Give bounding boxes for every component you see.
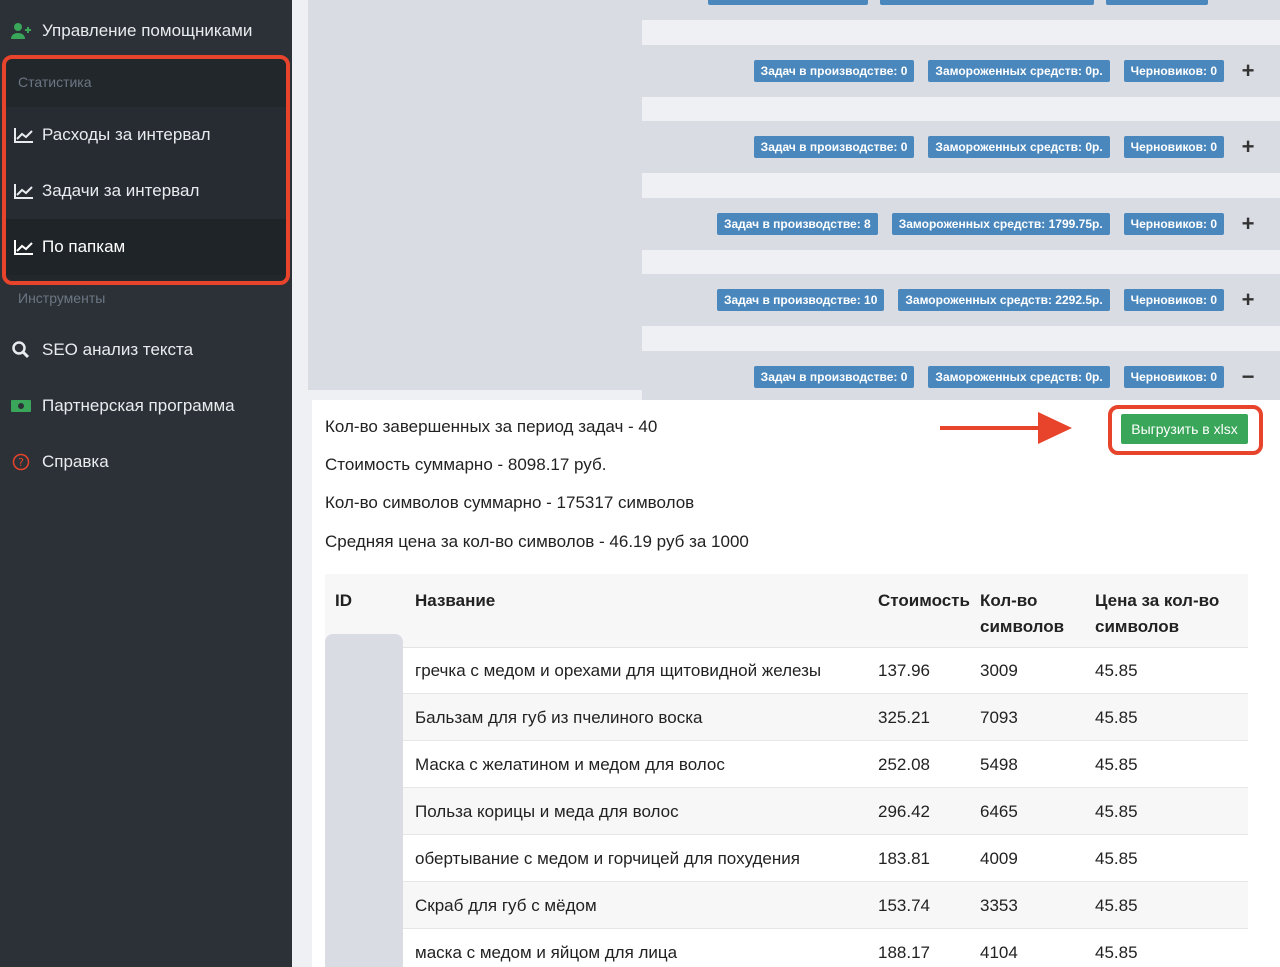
- expand-toggle[interactable]: +: [1238, 213, 1258, 235]
- table-row: Бальзам для губ из пчелиного воска 325.2…: [325, 694, 1248, 741]
- row-price: 45.85: [1095, 754, 1138, 774]
- sidebar-item-help[interactable]: ? Справка: [0, 434, 292, 490]
- row-name: Скраб для губ с мёдом: [415, 895, 597, 915]
- sidebar-item-label: SEO анализ текста: [42, 340, 194, 359]
- total-chars: Кол-во символов суммарно - 175317 символ…: [325, 493, 695, 512]
- average-price: Средняя цена за кол-во символов - 46.19 …: [325, 532, 749, 551]
- sidebar-item-partner[interactable]: Партнерская программа: [0, 378, 292, 434]
- folder-row[interactable]: Задач в производстве: 8 Замороженных сре…: [642, 198, 1280, 250]
- row-cost: 188.17: [878, 942, 930, 962]
- column-header-chars: Кол-во символов: [980, 591, 1065, 636]
- folder-row[interactable]: Задач в производстве: 0 Замороженных сре…: [642, 45, 1280, 97]
- user-plus-icon: [0, 22, 42, 40]
- sidebar-item-label: Управление помощниками: [42, 21, 253, 40]
- row-cost: 296.42: [878, 801, 930, 821]
- folder-row-cutoff: [642, 0, 1280, 20]
- row-name: Польза корицы и меда для волос: [415, 801, 679, 821]
- arrow-right-icon: [940, 412, 1072, 444]
- table-row: гречка с медом и орехами для щитовидной …: [325, 647, 1248, 694]
- status-badge: [1106, 0, 1208, 5]
- drafts-badge: Черновиков: 0: [1123, 60, 1224, 82]
- row-cost: 183.81: [878, 848, 930, 868]
- drafts-badge: Черновиков: 0: [1123, 289, 1224, 311]
- sidebar-item-label: Партнерская программа: [42, 396, 235, 415]
- row-name: гречка с медом и орехами для щитовидной …: [415, 660, 822, 680]
- folder-row[interactable]: Задач в производстве: 10 Замороженных ср…: [642, 274, 1280, 326]
- row-chars: 7093: [980, 707, 1018, 727]
- sidebar-item-seo[interactable]: SEO анализ текста: [0, 322, 292, 378]
- table-row: Маска с желатином и медом для волос 252.…: [325, 741, 1248, 788]
- in-production-badge: Задач в производстве: 10: [716, 289, 885, 311]
- in-production-badge: Задач в производстве: 0: [753, 136, 915, 158]
- row-chars: 6465: [980, 801, 1018, 821]
- row-price: 45.85: [1095, 848, 1138, 868]
- help-circle-icon: ?: [0, 453, 42, 471]
- expand-toggle[interactable]: +: [1238, 289, 1258, 311]
- row-chars: 3009: [980, 660, 1018, 680]
- folder-row-expanded[interactable]: Задач в производстве: 0 Замороженных сре…: [642, 351, 1280, 403]
- redacted-id-column: [325, 634, 403, 967]
- row-chars: 5498: [980, 754, 1018, 774]
- section-title-tools: Инструменты: [18, 290, 106, 306]
- sidebar-item-label: Справка: [42, 452, 109, 471]
- svg-text:?: ?: [18, 456, 24, 469]
- row-cost: 153.74: [878, 895, 930, 915]
- status-badge: [880, 0, 1094, 5]
- collapse-toggle[interactable]: −: [1238, 366, 1258, 388]
- column-header-cost: Стоимость: [878, 591, 970, 610]
- column-header-id: ID: [335, 591, 352, 610]
- row-price: 45.85: [1095, 942, 1138, 962]
- expand-toggle[interactable]: +: [1238, 60, 1258, 82]
- completed-tasks-count: Кол-во завершенных за период задач - 40: [325, 417, 658, 436]
- folder-names-area: [308, 0, 642, 390]
- drafts-badge: Черновиков: 0: [1123, 366, 1224, 388]
- total-cost: Стоимость суммарно - 8098.17 руб.: [325, 455, 607, 474]
- frozen-funds-badge: Замороженных средств: 2292.5р.: [898, 289, 1110, 311]
- table-row: Польза корицы и меда для волос 296.42 64…: [325, 788, 1248, 835]
- row-chars: 4104: [980, 942, 1018, 962]
- row-price: 45.85: [1095, 660, 1138, 680]
- row-price: 45.85: [1095, 707, 1138, 727]
- row-cost: 137.96: [878, 660, 930, 680]
- row-chars: 4009: [980, 848, 1018, 868]
- money-icon: [0, 399, 42, 413]
- row-name: маска с медом и яйцом для лица: [415, 942, 678, 962]
- table-row: Скраб для губ с мёдом 153.74 3353 45.85: [325, 882, 1248, 929]
- sidebar-item-manage-assistants[interactable]: Управление помощниками: [0, 3, 292, 59]
- sidebar: Управление помощниками Статистика Расход…: [0, 0, 292, 967]
- frozen-funds-badge: Замороженных средств: 0р.: [928, 136, 1110, 158]
- table-row: маска с медом и яйцом для лица 188.17 41…: [325, 929, 1248, 967]
- table-row: обертывание с медом и горчицей для похуд…: [325, 835, 1248, 882]
- frozen-funds-badge: Замороженных средств: 0р.: [928, 60, 1110, 82]
- row-name: Бальзам для губ из пчелиного воска: [415, 707, 703, 727]
- export-highlight: [1108, 405, 1263, 455]
- in-production-badge: Задач в производстве: 0: [753, 60, 915, 82]
- search-icon: [0, 341, 42, 359]
- statistics-highlight: [2, 55, 290, 285]
- in-production-badge: Задач в производстве: 0: [753, 366, 915, 388]
- folder-row[interactable]: Задач в производстве: 0 Замороженных сре…: [642, 121, 1280, 173]
- drafts-badge: Черновиков: 0: [1123, 136, 1224, 158]
- table-header: ID Название Стоимость Кол-во символов Це…: [325, 574, 1248, 648]
- row-chars: 3353: [980, 895, 1018, 915]
- column-header-price: Цена за кол-во символов: [1095, 591, 1220, 636]
- row-price: 45.85: [1095, 801, 1138, 821]
- row-cost: 325.21: [878, 707, 930, 727]
- column-header-name: Название: [415, 591, 496, 610]
- drafts-badge: Черновиков: 0: [1123, 213, 1224, 235]
- in-production-badge: Задач в производстве: 8: [716, 213, 878, 235]
- expand-toggle[interactable]: +: [1238, 136, 1258, 158]
- row-name: Маска с желатином и медом для волос: [415, 754, 725, 774]
- status-badge: [708, 0, 868, 5]
- row-name: обертывание с медом и горчицей для похуд…: [415, 848, 800, 868]
- row-price: 45.85: [1095, 895, 1138, 915]
- frozen-funds-badge: Замороженных средств: 0р.: [928, 366, 1110, 388]
- frozen-funds-badge: Замороженных средств: 1799.75р.: [891, 213, 1110, 235]
- row-cost: 252.08: [878, 754, 930, 774]
